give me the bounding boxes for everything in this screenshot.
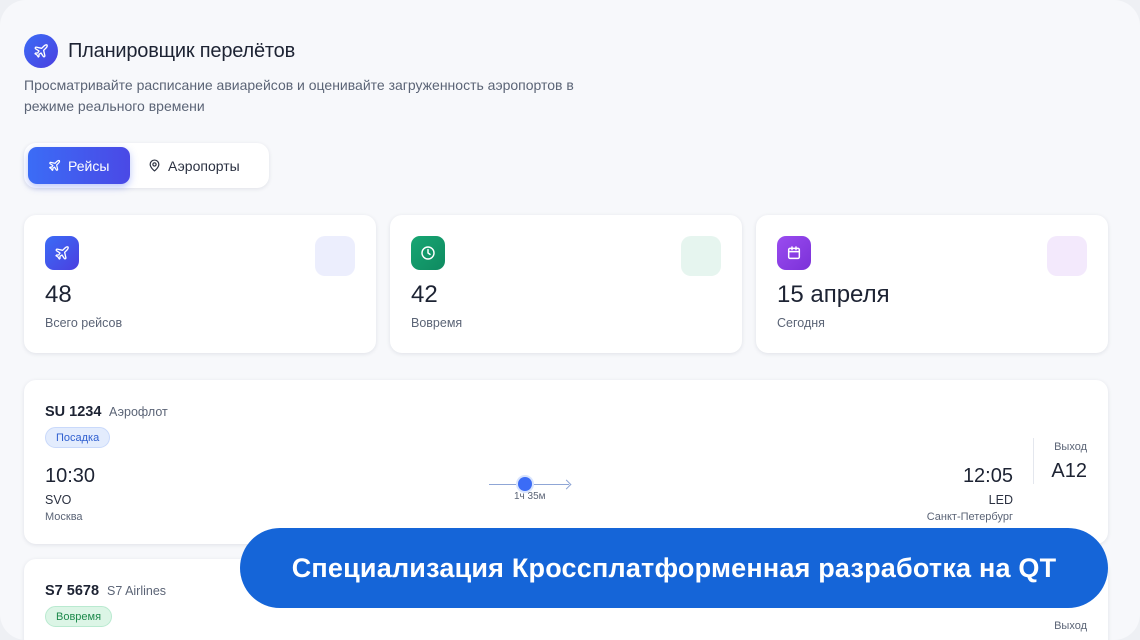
divider xyxy=(1033,438,1034,484)
airline-name: S7 Airlines xyxy=(107,584,167,598)
map-pin-icon xyxy=(148,159,161,172)
stat-value: 42 xyxy=(411,281,438,308)
departure-time: 10:30 xyxy=(45,465,96,487)
page-subtitle: Просматривайте расписание авиарейсов и о… xyxy=(24,77,574,114)
gate-label: Выход xyxy=(1054,620,1087,632)
promo-banner: Специализация Кроссплатформенная разрабо… xyxy=(240,528,1108,608)
arrival-city: Санкт-Петербург xyxy=(926,511,1013,523)
gate-label: Выход xyxy=(1054,441,1087,453)
flight-card[interactable]: SU 1234 Аэрофлот Посадка 10:30 SVO Москв… xyxy=(24,380,1108,544)
stat-label: Вовремя xyxy=(411,316,463,330)
decorative-tile xyxy=(1047,236,1087,276)
stat-card-on-time: 42 Вовремя xyxy=(390,215,742,353)
tab-flights[interactable]: Рейсы xyxy=(28,147,130,184)
flight-number: SU 1234 xyxy=(45,404,102,420)
status-badge: Вовремя xyxy=(45,606,113,627)
tab-airports[interactable]: Аэропорты xyxy=(130,147,258,184)
arrival-airport-code: LED xyxy=(988,493,1013,507)
flight-duration: 1ч 35м xyxy=(514,491,546,502)
plane-icon xyxy=(48,159,61,172)
decorative-tile xyxy=(315,236,355,276)
tab-label: Аэропорты xyxy=(168,157,240,174)
stat-label: Всего рейсов xyxy=(45,316,123,330)
arrival-time: 12:05 xyxy=(962,465,1013,487)
arrow-right-icon xyxy=(561,479,572,490)
airline-name: Аэрофлот xyxy=(109,405,168,419)
departure-airport-code: SVO xyxy=(45,493,72,507)
stat-label: Сегодня xyxy=(777,316,825,330)
app-window: Планировщик перелётов Просматривайте рас… xyxy=(0,0,1140,640)
page-header: Планировщик перелётов xyxy=(24,34,295,68)
departure-city: Москва xyxy=(45,511,83,523)
gate-value: A12 xyxy=(1051,460,1087,482)
view-tabs: Рейсы Аэропорты xyxy=(24,143,269,188)
status-badge: Посадка xyxy=(45,427,111,448)
progress-dot xyxy=(518,477,532,491)
plane-icon xyxy=(45,236,79,270)
decorative-tile xyxy=(681,236,721,276)
flight-number: S7 5678 xyxy=(45,583,100,599)
calendar-icon xyxy=(777,236,811,270)
tab-label: Рейсы xyxy=(68,157,110,174)
stat-value: 48 xyxy=(45,281,72,308)
stat-card-today: 15 апреля Сегодня xyxy=(756,215,1108,353)
page-title: Планировщик перелётов xyxy=(68,39,296,62)
stat-value: 15 апреля xyxy=(777,281,890,308)
clock-icon xyxy=(411,236,445,270)
stat-card-total-flights: 48 Всего рейсов xyxy=(24,215,376,353)
plane-icon xyxy=(24,34,58,68)
